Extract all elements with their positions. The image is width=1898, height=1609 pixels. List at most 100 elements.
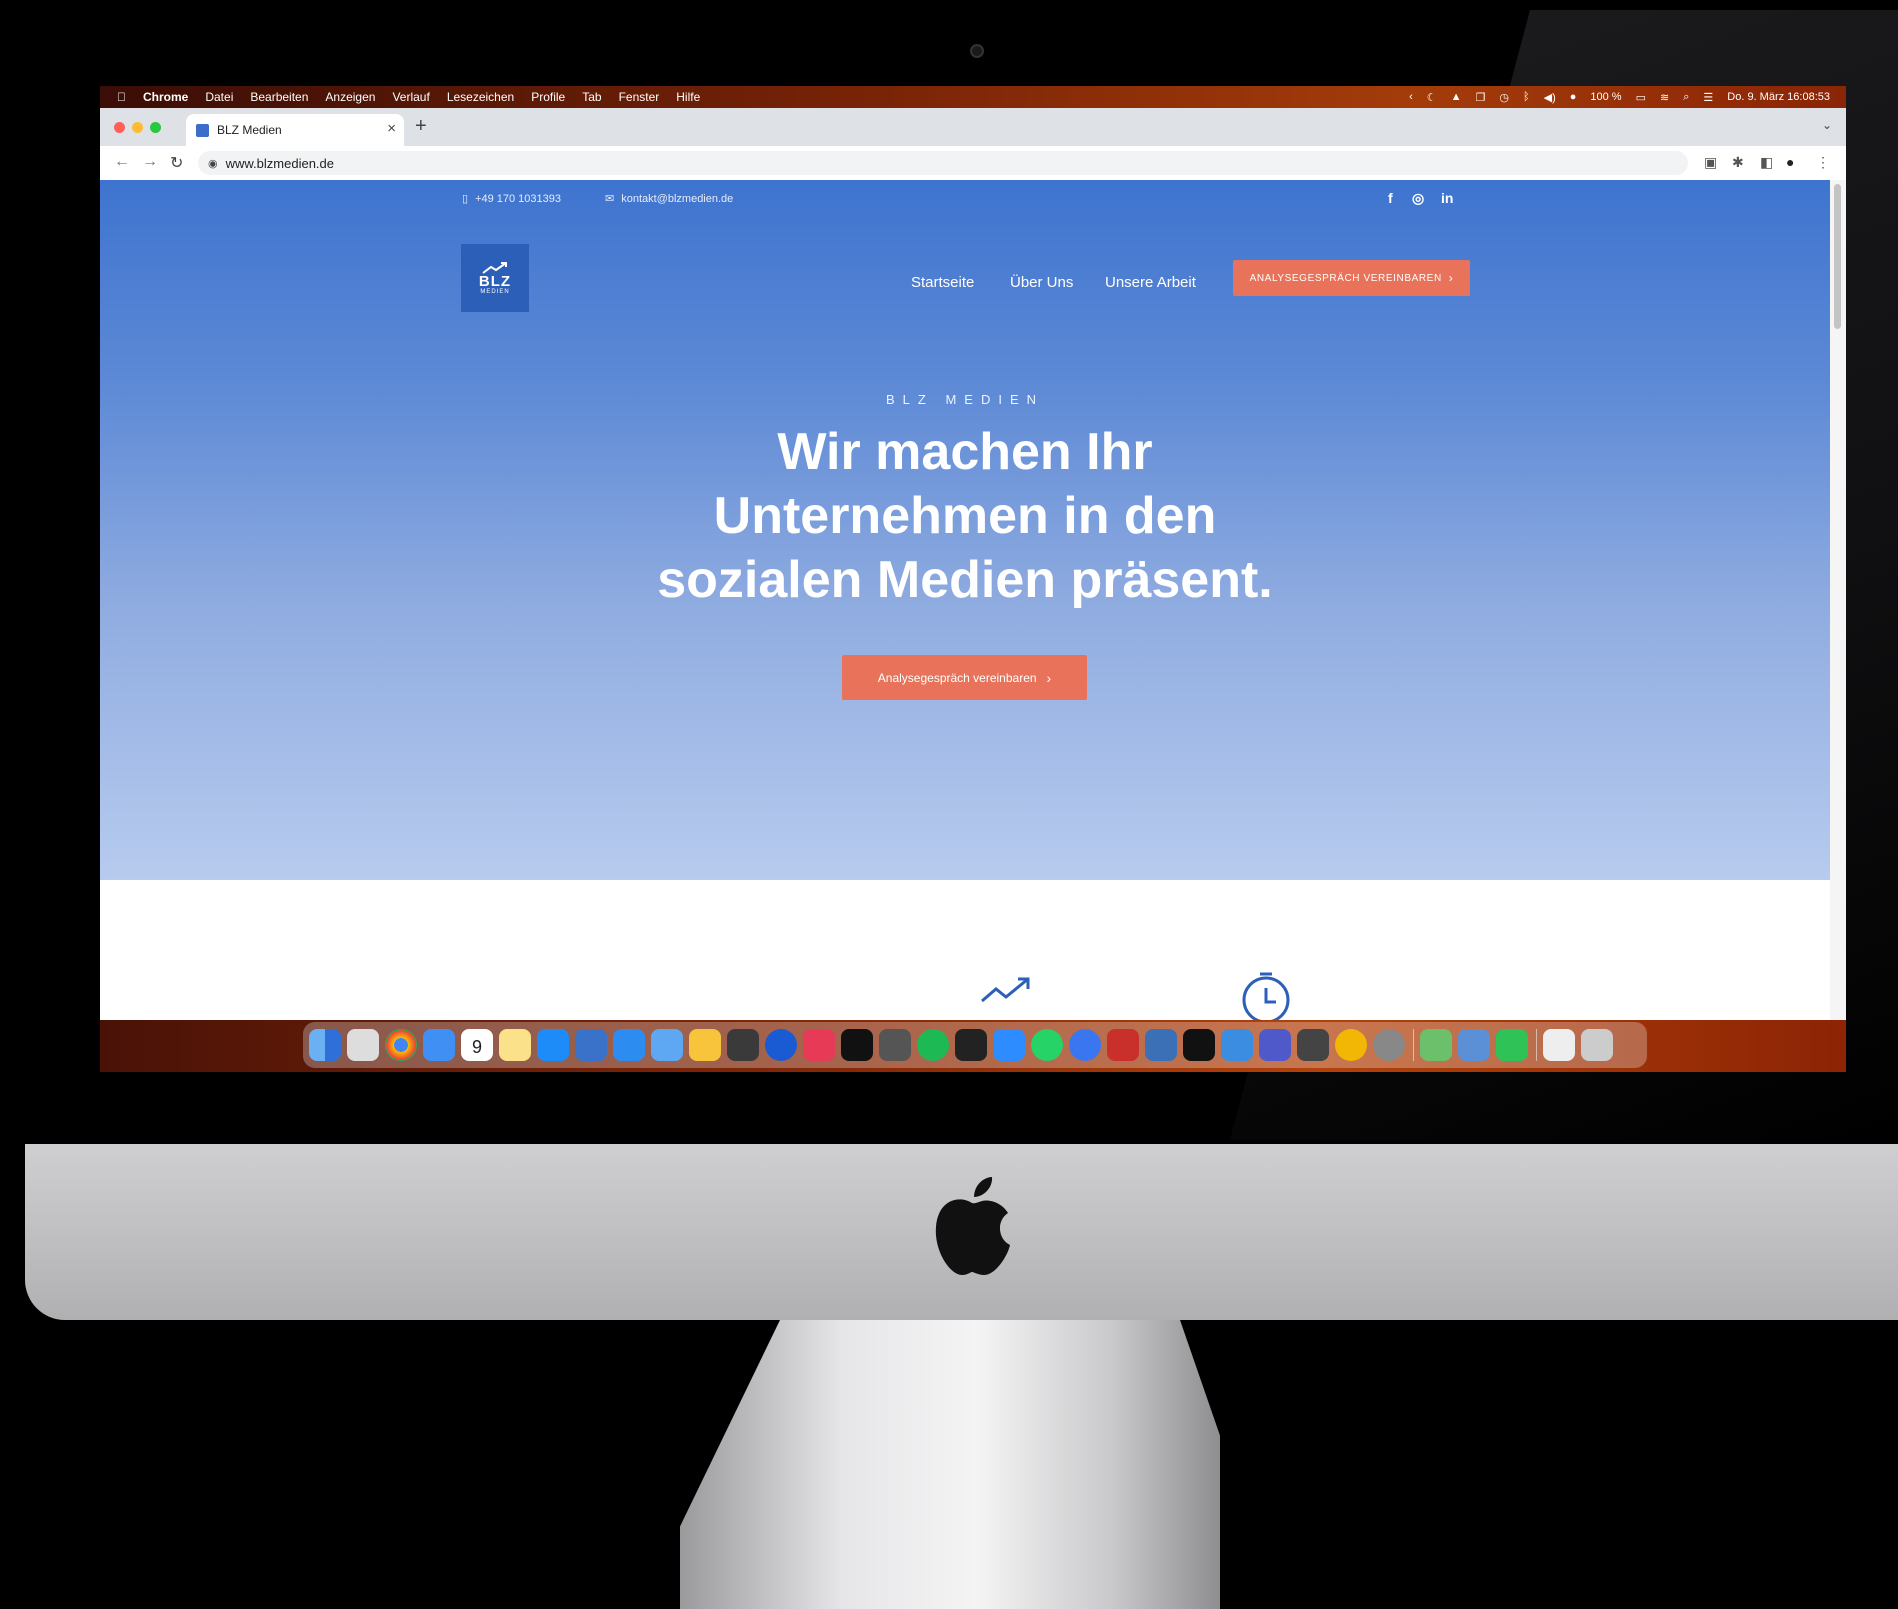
- moon-icon[interactable]: ☾: [1427, 91, 1437, 104]
- address-url[interactable]: www.blzmedien.de: [226, 156, 334, 171]
- extension-badge-icon[interactable]: ▣: [1704, 154, 1717, 171]
- blz-logo[interactable]: BLZ MEDIEN: [461, 244, 529, 312]
- website-viewport: ▯ +49 170 1031393 ✉ kontakt@blzmedien.de…: [100, 180, 1830, 1020]
- page-scrollbar[interactable]: [1830, 180, 1846, 1020]
- menu-app-name[interactable]: Chrome: [143, 90, 188, 104]
- menu-lesezeichen[interactable]: Lesezeichen: [447, 90, 514, 104]
- dock-facetime-icon[interactable]: [1496, 1029, 1528, 1061]
- dock-creative-cloud-icon[interactable]: [803, 1029, 835, 1061]
- nav-startseite[interactable]: Startseite: [911, 274, 974, 291]
- nav-unsere-arbeit[interactable]: Unsere Arbeit: [1105, 274, 1196, 291]
- dock-preview-2-icon[interactable]: [1145, 1029, 1177, 1061]
- menu-tab[interactable]: Tab: [582, 90, 601, 104]
- dock-sublime-icon[interactable]: [727, 1029, 759, 1061]
- dock-amphetamine-icon[interactable]: [1335, 1029, 1367, 1061]
- linkedin-icon[interactable]: in: [1441, 190, 1453, 206]
- dock-finder-icon[interactable]: [309, 1029, 341, 1061]
- dock-zoom-icon[interactable]: [993, 1029, 1025, 1061]
- contact-email[interactable]: ✉ kontakt@blzmedien.de: [605, 192, 733, 206]
- dock-chrome-icon[interactable]: [385, 1029, 417, 1061]
- header-cta-button[interactable]: ANALYSEGESPRÄCH VEREINBAREN ›: [1233, 260, 1470, 296]
- dock-whatsapp-icon[interactable]: [1031, 1029, 1063, 1061]
- menu-verlauf[interactable]: Verlauf: [392, 90, 429, 104]
- search-icon[interactable]: ⌕: [1683, 91, 1689, 104]
- dock-print-icon[interactable]: [1543, 1029, 1575, 1061]
- facebook-icon[interactable]: f: [1388, 190, 1393, 206]
- hero-section: ▯ +49 170 1031393 ✉ kontakt@blzmedien.de…: [100, 180, 1830, 880]
- dock-launchpad-icon[interactable]: [347, 1029, 379, 1061]
- bluetooth-icon[interactable]: ᛒ: [1523, 91, 1530, 103]
- hero-cta-button[interactable]: Analysegespräch vereinbaren ›: [842, 655, 1087, 700]
- menu-datei[interactable]: Datei: [205, 90, 233, 104]
- close-tab-icon[interactable]: ×: [387, 120, 396, 137]
- tab-blz-medien[interactable]: BLZ Medien ×: [186, 114, 404, 146]
- menu-hilfe[interactable]: Hilfe: [676, 90, 700, 104]
- dock-1password-icon[interactable]: [765, 1029, 797, 1061]
- mail-icon: ✉: [605, 193, 615, 205]
- control-center-icon[interactable]: ☰: [1703, 91, 1713, 104]
- dock-mail-icon[interactable]: [423, 1029, 455, 1061]
- address-bar[interactable]: ◉ www.blzmedien.de: [198, 151, 1688, 175]
- chevron-left-icon[interactable]: ‹: [1409, 91, 1413, 103]
- volume-icon[interactable]: ◀): [1544, 91, 1556, 104]
- phone-number[interactable]: +49 170 1031393: [475, 193, 561, 205]
- dock-final-cut-icon[interactable]: [879, 1029, 911, 1061]
- menu-profile[interactable]: Profile: [531, 90, 565, 104]
- logo-subtext: MEDIEN: [480, 288, 510, 295]
- site-info-icon[interactable]: ◉: [208, 157, 218, 170]
- dock-cyberduck-icon[interactable]: [689, 1029, 721, 1061]
- dock-remote-desktop-icon[interactable]: [1221, 1029, 1253, 1061]
- time-machine-icon[interactable]: ◷: [1499, 91, 1509, 104]
- user-icon[interactable]: ●: [1570, 91, 1577, 103]
- dock-screen-sharing-icon[interactable]: [1458, 1029, 1490, 1061]
- apple-menu-icon[interactable]: : [117, 90, 126, 104]
- dock-teams-icon[interactable]: [1259, 1029, 1291, 1061]
- nav-ueber-uns[interactable]: Über Uns: [1010, 274, 1073, 291]
- dock-sequel-icon[interactable]: [1107, 1029, 1139, 1061]
- menu-anzeigen[interactable]: Anzeigen: [325, 90, 375, 104]
- dock-intellij-icon[interactable]: [841, 1029, 873, 1061]
- battery-icon[interactable]: ▭: [1636, 91, 1646, 104]
- windows-icon[interactable]: ❐: [1476, 91, 1486, 104]
- forward-arrow-icon[interactable]: →: [142, 153, 158, 171]
- contact-phone[interactable]: ▯ +49 170 1031393: [462, 192, 561, 206]
- dock-spotify-icon[interactable]: [917, 1029, 949, 1061]
- wifi-icon[interactable]: ≋: [1660, 91, 1669, 104]
- instagram-icon[interactable]: ◎: [1412, 190, 1424, 207]
- menu-bearbeiten[interactable]: Bearbeiten: [250, 90, 308, 104]
- menu-fenster[interactable]: Fenster: [619, 90, 660, 104]
- battery-percent[interactable]: 100 %: [1590, 91, 1621, 103]
- dock-tablet-icon[interactable]: [1297, 1029, 1329, 1061]
- macos-dock: 9: [303, 1022, 1647, 1068]
- dock-notes-icon[interactable]: [499, 1029, 531, 1061]
- side-panel-icon[interactable]: ◧: [1760, 154, 1773, 171]
- tab-search-chevron-icon[interactable]: ⌄: [1822, 118, 1832, 132]
- hero-cta-label: Analysegespräch vereinbaren: [877, 670, 1037, 685]
- dock-app-store-icon[interactable]: [537, 1029, 569, 1061]
- drive-icon[interactable]: ▲: [1451, 91, 1462, 103]
- dock-separator: [1413, 1029, 1414, 1061]
- new-tab-button[interactable]: +: [415, 115, 427, 138]
- extensions-puzzle-icon[interactable]: ✱: [1732, 154, 1744, 171]
- dock-signal-icon[interactable]: [1069, 1029, 1101, 1061]
- tab-strip: BLZ Medien × + ⌄: [100, 108, 1846, 146]
- kebab-menu-icon[interactable]: ⋮: [1816, 154, 1830, 171]
- email-address[interactable]: kontakt@blzmedien.de: [621, 193, 733, 205]
- back-arrow-icon[interactable]: ←: [114, 153, 130, 171]
- reload-icon[interactable]: ↻: [170, 153, 183, 173]
- dock-terminal-icon[interactable]: [955, 1029, 987, 1061]
- dock-system-settings-icon[interactable]: [1373, 1029, 1405, 1061]
- minimize-window-button[interactable]: [132, 122, 143, 133]
- dock-calendar-icon[interactable]: 9: [461, 1029, 493, 1061]
- close-window-button[interactable]: [114, 122, 125, 133]
- dock-preview-icon[interactable]: [651, 1029, 683, 1061]
- scrollbar-thumb[interactable]: [1834, 184, 1841, 329]
- profile-avatar-icon[interactable]: ●: [1786, 154, 1794, 170]
- menubar-clock[interactable]: Do. 9. März 16:08:53: [1727, 91, 1830, 103]
- dock-activity-icon[interactable]: [1183, 1029, 1215, 1061]
- dock-maps-icon[interactable]: [1420, 1029, 1452, 1061]
- zoom-window-button[interactable]: [150, 122, 161, 133]
- dock-pencil-icon[interactable]: [613, 1029, 645, 1061]
- dock-trash-icon[interactable]: [1581, 1029, 1613, 1061]
- dock-xcode-icon[interactable]: [575, 1029, 607, 1061]
